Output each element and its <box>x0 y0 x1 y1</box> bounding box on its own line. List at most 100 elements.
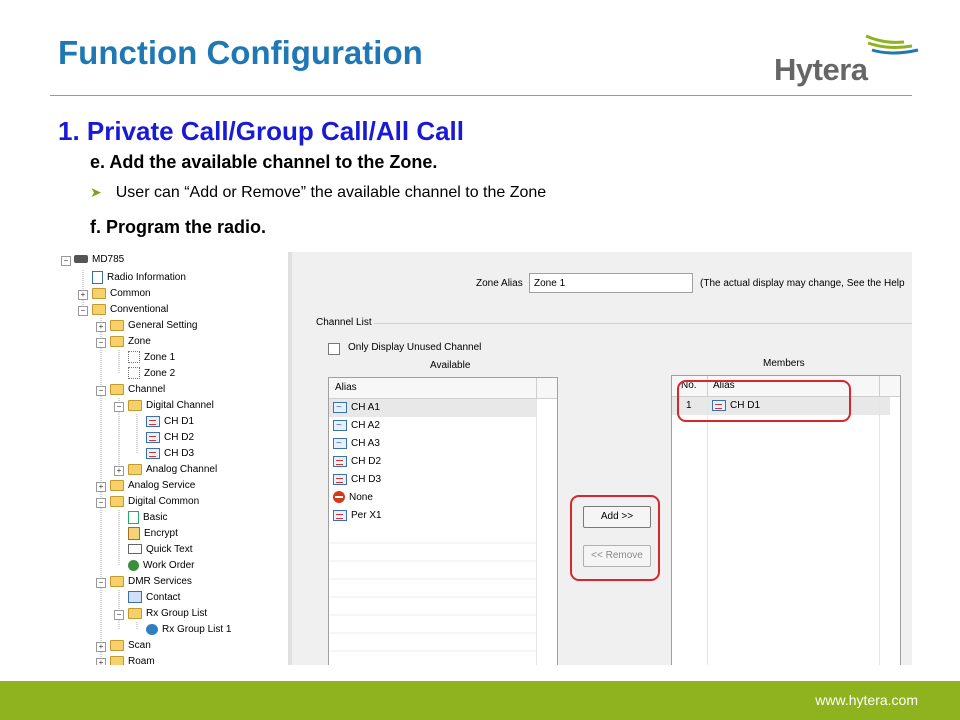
document-icon <box>92 270 103 284</box>
available-row[interactable]: CH A1 <box>333 399 380 417</box>
digital-channel-icon <box>146 447 160 459</box>
tree-item-digital-common[interactable]: Digital Common <box>110 494 199 510</box>
encrypt-icon <box>128 526 140 540</box>
tree-item-ch-d3[interactable]: CH D3 <box>146 446 194 462</box>
header-rule <box>50 95 912 96</box>
available-grid: Alias CH A1 CH A2 CH A3 CH D2 CH D3 None… <box>328 377 558 665</box>
available-row[interactable]: CH D2 <box>333 453 381 471</box>
analog-channel-icon <box>333 435 347 453</box>
tree-item-rx-group-list-1[interactable]: Rx Group List 1 <box>146 622 231 638</box>
collapse-toggle[interactable]: − <box>114 610 124 620</box>
tree-item-basic[interactable]: Basic <box>128 510 167 526</box>
available-row[interactable]: CH D3 <box>333 471 381 489</box>
tree-item-zone[interactable]: Zone <box>110 334 151 350</box>
folder-icon <box>110 575 124 587</box>
digital-channel-icon <box>146 415 160 427</box>
logo-text: Hytera <box>774 52 868 87</box>
logo-swoosh-icon <box>865 34 919 55</box>
folder-icon <box>110 479 124 491</box>
expand-toggle[interactable]: + <box>114 466 124 476</box>
collapse-toggle[interactable]: − <box>96 338 106 348</box>
alias-column-header[interactable]: Alias <box>335 378 357 398</box>
collapse-toggle[interactable]: − <box>96 498 106 508</box>
tree-item-zone-1[interactable]: Zone 1 <box>128 350 175 366</box>
collapse-toggle[interactable]: − <box>61 256 71 266</box>
tree-item-analog-service[interactable]: Analog Service <box>110 478 195 494</box>
members-label: Members <box>763 358 805 369</box>
folder-icon <box>128 463 142 475</box>
expand-toggle[interactable]: + <box>96 322 106 332</box>
basic-icon <box>128 510 139 524</box>
collapse-toggle[interactable]: − <box>96 578 106 588</box>
tree-item-channel[interactable]: Channel <box>110 382 165 398</box>
channel-list-label: Channel List <box>316 317 372 328</box>
expand-toggle[interactable]: + <box>96 658 106 665</box>
available-row[interactable]: CH A3 <box>333 435 380 453</box>
contact-icon <box>128 591 142 604</box>
zone-alias-label: Zone Alias <box>476 278 523 289</box>
folder-icon <box>110 383 124 395</box>
zone-alias-input[interactable] <box>529 273 693 293</box>
bullet-text: User can “Add or Remove” the available c… <box>115 184 547 201</box>
tree-item-md785[interactable]: MD785 <box>74 252 124 268</box>
expand-toggle[interactable]: + <box>96 642 106 652</box>
expand-toggle[interactable]: + <box>96 482 106 492</box>
collapse-toggle[interactable]: − <box>78 306 88 316</box>
group-divider <box>374 323 912 324</box>
tree-item-roam[interactable]: Roam <box>110 654 155 665</box>
tree-item-quick-text[interactable]: Quick Text <box>128 542 193 558</box>
available-row[interactable]: None <box>333 489 373 507</box>
available-label: Available <box>430 360 471 371</box>
tree-item-digital-channel[interactable]: Digital Channel <box>128 398 214 414</box>
zone-editor-panel: Zone Alias (The actual display may chang… <box>292 252 912 665</box>
section-heading: 1. Private Call/Group Call/All Call <box>58 116 465 146</box>
unused-channel-label: Only Display Unused Channel <box>348 342 482 353</box>
radio-icon <box>74 255 88 264</box>
tree-item-encrypt[interactable]: Encrypt <box>128 526 178 542</box>
bullet-arrow-icon: ➤ <box>90 184 102 200</box>
folder-icon <box>110 655 124 665</box>
folder-icon <box>110 495 124 507</box>
tree-item-conventional[interactable]: Conventional <box>92 302 168 318</box>
tree-item-general-setting[interactable]: General Setting <box>110 318 198 334</box>
buttons-highlight-box <box>570 495 660 581</box>
expand-toggle[interactable]: + <box>78 290 88 300</box>
tree-item-dmr-services[interactable]: DMR Services <box>110 574 192 590</box>
collapse-toggle[interactable]: − <box>96 386 106 396</box>
analog-channel-icon <box>333 399 347 417</box>
footer-bar: www.hytera.com <box>0 681 960 720</box>
step-f: f. Program the radio. <box>90 217 267 237</box>
group-icon <box>146 623 158 635</box>
tree-item-common[interactable]: Common <box>92 286 151 302</box>
folder-icon <box>92 287 106 299</box>
digital-channel-icon <box>333 509 347 521</box>
folder-icon <box>110 335 124 347</box>
folder-icon <box>128 607 142 619</box>
footer-url[interactable]: www.hytera.com <box>815 692 918 708</box>
tree-item-zone-2[interactable]: Zone 2 <box>128 366 175 382</box>
unused-channel-checkbox[interactable] <box>328 343 340 355</box>
available-header: Alias <box>329 378 557 399</box>
available-row[interactable]: Per X1 <box>333 507 382 525</box>
tree-item-radio-information[interactable]: Radio Information <box>92 270 186 286</box>
tree-item-rx-group-list[interactable]: Rx Group List <box>128 606 207 622</box>
analog-channel-icon <box>333 417 347 435</box>
folder-icon <box>128 399 142 411</box>
zone-icon <box>128 367 140 380</box>
tree-item-ch-d2[interactable]: CH D2 <box>146 430 194 446</box>
available-row[interactable]: CH A2 <box>333 417 380 435</box>
tree-item-scan[interactable]: Scan <box>110 638 151 654</box>
step-e: e. Add the available channel to the Zone… <box>90 152 438 172</box>
digital-channel-icon <box>333 473 347 485</box>
tree-item-work-order[interactable]: Work Order <box>128 558 195 574</box>
tree-item-analog-channel[interactable]: Analog Channel <box>128 462 217 478</box>
envelope-icon <box>128 544 142 555</box>
hytera-logo: Hytera <box>772 30 922 90</box>
work-order-icon <box>128 559 139 571</box>
folder-icon <box>110 639 124 651</box>
collapse-toggle[interactable]: − <box>114 402 124 412</box>
none-icon <box>333 491 345 504</box>
tree-item-contact[interactable]: Contact <box>128 590 180 606</box>
tree-item-ch-d1[interactable]: CH D1 <box>146 414 194 430</box>
digital-channel-icon <box>146 431 160 443</box>
